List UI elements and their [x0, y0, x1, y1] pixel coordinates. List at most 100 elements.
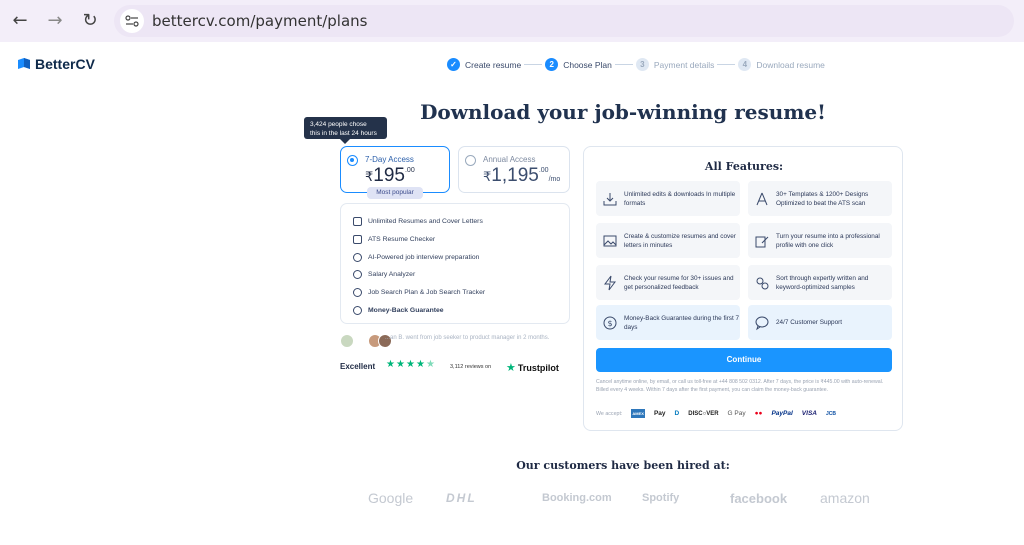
- trustpilot-logo[interactable]: ★ Trustpilot: [506, 361, 559, 374]
- reviewer-avatars: [340, 334, 392, 348]
- list-item: Unlimited Resumes and Cover Letters: [353, 213, 557, 231]
- feature-label: AI-Powered job interview preparation: [368, 253, 480, 261]
- amazon-logo: amazon: [820, 490, 870, 506]
- back-arrow-icon[interactable]: ←: [10, 11, 30, 31]
- step-label: Payment details: [653, 59, 715, 70]
- jcb-icon: JCB: [825, 410, 836, 417]
- price-amount: 195: [373, 165, 405, 186]
- star-icon: ★: [396, 359, 405, 370]
- checkout-steps: ✓ Create resume 2 Choose Plan 3 Payment …: [447, 58, 825, 71]
- step-number: 4: [738, 58, 752, 71]
- mastercard-icon: ●●: [754, 410, 763, 417]
- compass-icon: [754, 191, 770, 207]
- browser-toolbar: ← → ↻ bettercv.com/payment/plans: [0, 0, 1024, 42]
- plan-radio-selected[interactable]: [347, 155, 358, 166]
- money-back-icon: [353, 305, 362, 315]
- review-count: 3,112 reviews on: [450, 364, 492, 370]
- step-create-resume[interactable]: ✓ Create resume: [447, 58, 521, 71]
- plan-features-list: Unlimited Resumes and Cover Letters ATS …: [340, 203, 570, 324]
- url-text[interactable]: bettercv.com/payment/plans: [152, 12, 367, 30]
- billing-fine-print: Cancel anytime online, by email, or call…: [596, 379, 884, 393]
- bolt-icon: [602, 275, 618, 291]
- google-logo: Google: [368, 490, 414, 506]
- avatar: [340, 334, 354, 348]
- reload-icon[interactable]: ↻: [80, 11, 100, 31]
- feature-tile: $ Money-Back Guarantee during the first …: [596, 305, 740, 340]
- feature-text: Sort through expertly written and keywor…: [776, 274, 869, 291]
- diners-icon: D: [674, 410, 680, 417]
- feature-text: Create & customize resumes and cover let…: [624, 232, 736, 249]
- payment-methods: We accept: AMEX Pay D DISC○VER G Pay ●● …: [596, 409, 836, 418]
- popularity-tooltip: 3,424 people chose this in the last 24 h…: [304, 117, 387, 144]
- forward-arrow-icon[interactable]: →: [45, 11, 65, 31]
- amex-icon: AMEX: [631, 409, 645, 418]
- feature-tile: 24/7 Customer Support: [748, 305, 892, 340]
- feature-label: Salary Analyzer: [368, 271, 416, 279]
- step-divider: [717, 64, 736, 65]
- plan-price: ₹195.00: [365, 165, 415, 187]
- plan-name: Annual Access: [483, 155, 536, 164]
- plan-card-7-day[interactable]: 7-Day Access ₹195.00: [340, 146, 450, 193]
- step-label: Choose Plan: [563, 59, 612, 70]
- feature-label: ATS Resume Checker: [368, 236, 436, 244]
- step-divider: [614, 64, 633, 65]
- trustpilot-star-icon: ★: [506, 361, 516, 374]
- feature-tile: Sort through expertly written and keywor…: [748, 265, 892, 300]
- feature-text: Money-Back Guarantee during the first 7 …: [624, 314, 740, 331]
- tooltip-line: 3,424 people chose: [310, 121, 367, 128]
- page-title: Download your job-winning resume!: [420, 100, 826, 124]
- logo-mark-icon: [18, 58, 30, 69]
- gears-icon: [754, 275, 770, 291]
- dhl-logo: DHL: [446, 491, 477, 505]
- step-payment-details: 3 Payment details: [635, 58, 715, 71]
- feature-tile: Turn your resume into a professional pro…: [748, 223, 892, 258]
- feature-tile: 30+ Templates & 1200+ Designs Optimized …: [748, 181, 892, 216]
- money-icon: $: [602, 315, 618, 331]
- list-item: AI-Powered job interview preparation: [353, 248, 557, 266]
- star-icon: ★: [416, 359, 425, 370]
- feature-label: Unlimited Resumes and Cover Letters: [368, 218, 483, 226]
- rating-stars: ★ ★ ★ ★ ★: [386, 359, 435, 370]
- half-star-icon: ★: [426, 359, 435, 370]
- price-decimals: .00: [538, 167, 549, 174]
- star-icon: ★: [406, 359, 415, 370]
- plan-price: ₹1,195.00/mo: [483, 165, 560, 187]
- user-icon: [353, 252, 362, 262]
- edit-icon: [754, 233, 770, 249]
- feature-text: Turn your resume into a professional pro…: [776, 232, 880, 249]
- brand-logos: Google DHL Booking.com Spotify facebook …: [368, 490, 880, 506]
- price-amount: 1,195: [491, 165, 539, 186]
- download-icon: [602, 191, 618, 207]
- site-settings-icon[interactable]: [120, 9, 144, 33]
- logo-text: BetterCV: [35, 56, 95, 72]
- svg-text:$: $: [607, 319, 612, 328]
- plan-name: 7-Day Access: [365, 155, 414, 164]
- review-quote: ...an B. went from job seeker to product…: [385, 335, 550, 341]
- tooltip-line: this in the last 24 hours: [310, 130, 377, 137]
- feature-label: Money-Back Guarantee: [368, 306, 444, 314]
- star-icon: ★: [386, 359, 395, 370]
- price-decimals: .00: [404, 167, 415, 174]
- all-features-title: All Features:: [704, 160, 784, 173]
- feature-tile: Check your resume for 30+ issues and get…: [596, 265, 740, 300]
- trustpilot-text: Trustpilot: [517, 362, 559, 373]
- google-pay-icon: G Pay: [727, 410, 746, 417]
- plan-card-annual[interactable]: Annual Access ₹1,195.00/mo: [458, 146, 570, 193]
- rating-label: Excellent: [340, 362, 376, 371]
- most-popular-badge: Most popular: [367, 187, 423, 199]
- feature-text: Unlimited edits & downloads In multiple …: [624, 190, 736, 207]
- customers-heading: Our customers have been hired at:: [516, 459, 730, 472]
- visa-icon: VISA: [801, 410, 817, 417]
- facebook-logo: facebook: [730, 490, 788, 506]
- plan-radio[interactable]: [465, 155, 476, 166]
- step-divider: [524, 64, 543, 65]
- bettercv-logo[interactable]: BetterCV: [17, 56, 95, 72]
- feature-label: Job Search Plan & Job Search Tracker: [368, 289, 486, 297]
- continue-button[interactable]: Continue: [596, 348, 892, 372]
- address-bar[interactable]: bettercv.com/payment/plans: [114, 5, 1014, 37]
- step-label: Create resume: [465, 59, 522, 70]
- step-check-icon: ✓: [447, 58, 460, 71]
- document-icon: [353, 217, 362, 227]
- step-choose-plan: 2 Choose Plan: [545, 58, 612, 71]
- clock-icon: [353, 270, 362, 280]
